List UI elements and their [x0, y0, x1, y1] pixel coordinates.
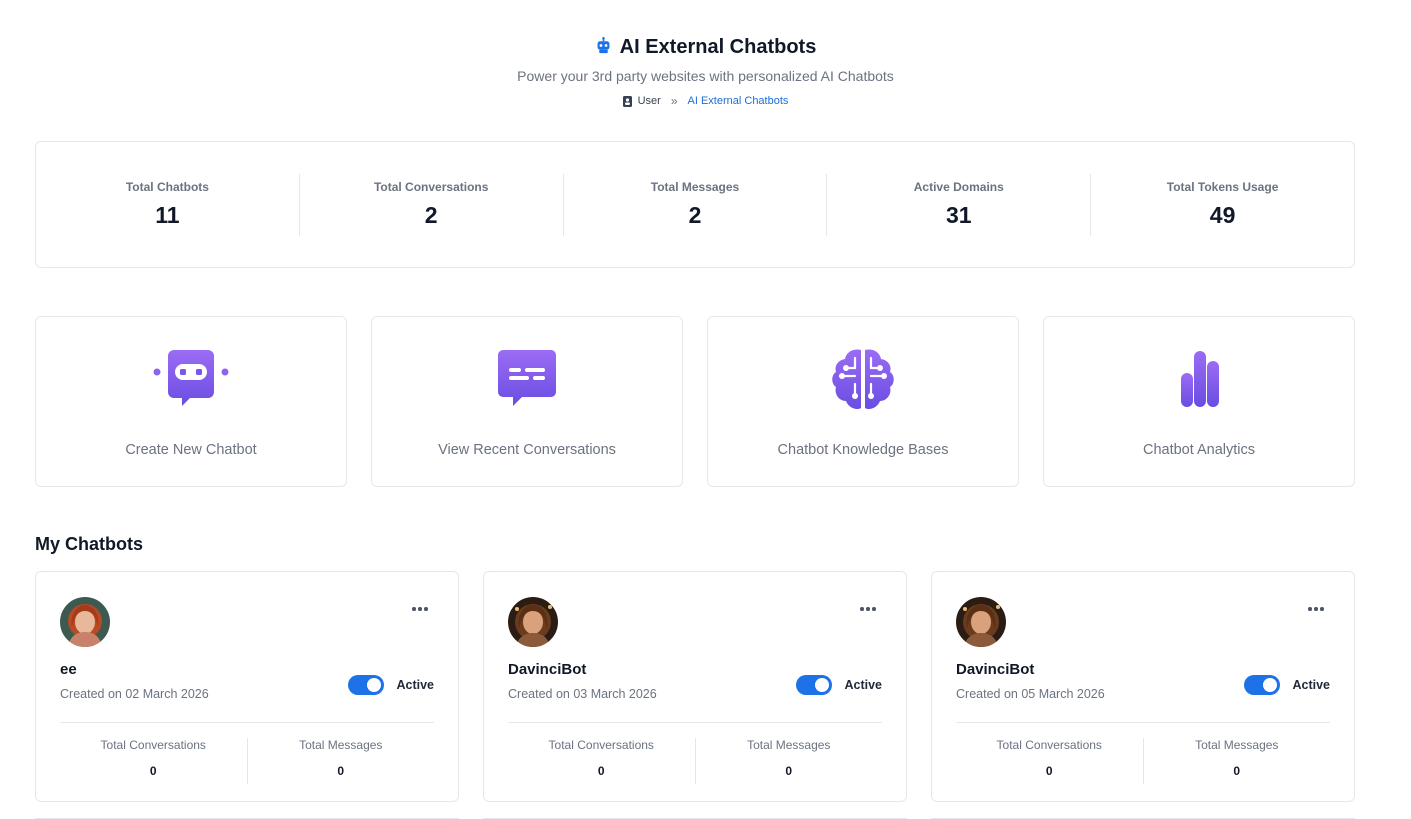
action-label: Chatbot Analytics	[1142, 442, 1256, 458]
stat-label: Total Messages	[650, 180, 740, 194]
chatbot-created-date: Created on 05 March 2026	[956, 687, 1105, 701]
avatar	[60, 597, 110, 647]
divider	[60, 722, 434, 723]
chatbot-card[interactable]: ee Created on 02 March 2026 Active Total…	[35, 571, 459, 802]
chatbot-name: DavinciBot	[508, 661, 587, 678]
breadcrumb-separator: »	[670, 94, 678, 108]
more-options-button[interactable]	[1304, 601, 1328, 617]
chatbot-created-date: Created on 03 March 2026	[508, 687, 657, 701]
chatbot-stat-messages: Total Messages 0	[1144, 738, 1331, 784]
active-toggle[interactable]	[1244, 675, 1281, 695]
contact-book-icon	[622, 95, 632, 107]
status-control: Active	[796, 675, 882, 695]
stat-value: 0	[785, 764, 793, 778]
stat-label: Total Conversations	[100, 738, 206, 752]
chatbot-card[interactable]: DavinciBot Created on 05 March 2026 Acti…	[931, 571, 1355, 802]
breadcrumb-user[interactable]: User	[622, 95, 661, 107]
status-label: Active	[844, 678, 882, 692]
knowledge-bases-card[interactable]: Chatbot Knowledge Bases	[707, 316, 1019, 487]
chatbot-name: DavinciBot	[956, 661, 1035, 678]
stat-label: Total Messages	[1195, 738, 1279, 752]
more-options-button[interactable]	[408, 601, 432, 617]
chatbot-list: ee Created on 02 March 2026 Active Total…	[35, 571, 1355, 802]
status-control: Active	[348, 675, 434, 695]
page-subtitle: Power your 3rd party websites with perso…	[517, 68, 894, 84]
robot-icon	[595, 36, 612, 59]
stat-label: Total Messages	[299, 738, 383, 752]
stat-total-conversations: Total Conversations 2	[300, 173, 564, 236]
brain-icon	[824, 348, 902, 412]
divider	[508, 722, 882, 723]
stat-total-tokens: Total Tokens Usage 49	[1091, 174, 1354, 236]
stat-value: 0	[337, 764, 345, 778]
stats-panel: Total Chatbots 11 Total Conversations 2 …	[35, 141, 1355, 268]
breadcrumb-current[interactable]: AI External Chatbots	[688, 95, 789, 107]
view-conversations-card[interactable]: View Recent Conversations	[371, 316, 683, 487]
action-label: Chatbot Knowledge Bases	[777, 442, 949, 458]
stat-label: Total Messages	[747, 738, 831, 752]
chatbot-stat-conversations: Total Conversations 0	[508, 738, 696, 784]
chatbot-card[interactable]: DavinciBot Created on 03 March 2026 Acti…	[483, 571, 907, 802]
chatbot-name: ee	[60, 661, 77, 678]
stat-label: Active Domains	[913, 180, 1004, 194]
stat-value: 2	[424, 202, 438, 228]
title-row: AI External Chatbots	[0, 36, 1411, 59]
breadcrumb-user-label: User	[637, 95, 661, 107]
quick-actions: Create New Chatbot View Recent Conversat…	[35, 316, 1355, 487]
create-chatbot-card[interactable]: Create New Chatbot	[35, 316, 347, 487]
analytics-card[interactable]: Chatbot Analytics	[1043, 316, 1355, 487]
section-title: My Chatbots	[35, 534, 143, 554]
stat-value: 0	[1233, 764, 1241, 778]
status-label: Active	[396, 678, 434, 692]
action-label: View Recent Conversations	[438, 442, 616, 458]
stat-label: Total Conversations	[996, 738, 1102, 752]
status-control: Active	[1244, 675, 1330, 695]
stat-label: Total Conversations	[373, 180, 489, 194]
action-label: Create New Chatbot	[125, 442, 257, 458]
chatbot-stat-conversations: Total Conversations 0	[956, 738, 1144, 784]
breadcrumb: User » AI External Chatbots	[0, 94, 1411, 108]
active-toggle[interactable]	[348, 675, 385, 695]
chatbot-stats: Total Conversations 0 Total Messages 0	[956, 738, 1330, 784]
stat-label: Total Chatbots	[125, 180, 209, 194]
avatar	[508, 597, 558, 647]
chatbot-stats: Total Conversations 0 Total Messages 0	[60, 738, 434, 784]
stat-value: 0	[149, 764, 157, 778]
status-label: Active	[1292, 678, 1330, 692]
avatar	[956, 597, 1006, 647]
bar-chart-icon	[1160, 348, 1238, 412]
stat-value: 0	[597, 764, 605, 778]
stat-value: 49	[1209, 202, 1236, 228]
stat-label: Total Tokens Usage	[1166, 180, 1279, 194]
chatbot-stat-conversations: Total Conversations 0	[60, 738, 248, 784]
stat-value: 11	[155, 202, 180, 228]
chatbot-stat-messages: Total Messages 0	[696, 738, 883, 784]
page-title: AI External Chatbots	[619, 36, 817, 58]
chatbot-stats: Total Conversations 0 Total Messages 0	[508, 738, 882, 784]
chat-bubble-icon	[488, 348, 566, 412]
chatbot-icon	[152, 348, 230, 412]
stat-active-domains: Active Domains 31	[827, 173, 1092, 236]
stat-value: 2	[688, 202, 702, 228]
stat-value: 31	[945, 202, 972, 228]
stat-total-messages: Total Messages 2	[564, 173, 828, 236]
stat-label: Total Conversations	[548, 738, 654, 752]
chatbot-created-date: Created on 02 March 2026	[60, 687, 209, 701]
stat-total-chatbots: Total Chatbots 11	[36, 173, 300, 236]
page-header: AI External Chatbots Power your 3rd part…	[0, 36, 1411, 108]
more-options-button[interactable]	[856, 601, 880, 617]
active-toggle[interactable]	[796, 675, 833, 695]
stat-value: 0	[1045, 764, 1053, 778]
chatbot-stat-messages: Total Messages 0	[248, 738, 435, 784]
divider	[956, 722, 1330, 723]
